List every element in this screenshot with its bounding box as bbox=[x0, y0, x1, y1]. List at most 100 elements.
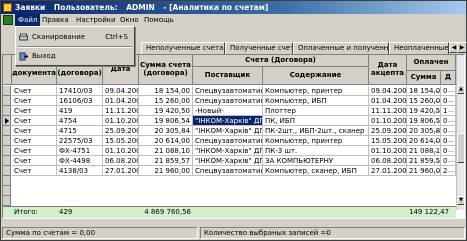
cell-doc-type[interactable]: Счет bbox=[12, 106, 57, 116]
cell-date[interactable]: 01.04.2003 bbox=[103, 96, 139, 106]
row-indicator[interactable] bbox=[3, 146, 11, 156]
cell-content[interactable]: Компьютер, сканер, ИБП bbox=[263, 166, 369, 176]
cell-paid-sum[interactable]: 21 960,00 bbox=[407, 166, 441, 176]
cell-paid-d[interactable]: 0 bbox=[441, 86, 456, 96]
cell-paid-d[interactable]: 0 bbox=[441, 136, 456, 146]
cell-date[interactable]: 01.10.2003 bbox=[103, 146, 139, 156]
cell-content[interactable]: Компьютер, ИБП bbox=[263, 96, 369, 106]
cell-paid-d[interactable]: 1 bbox=[441, 106, 456, 116]
cell-doc-type[interactable]: Счет bbox=[12, 96, 57, 106]
cell-paid-sum[interactable]: 19 420,50 bbox=[407, 106, 441, 116]
row-indicator[interactable] bbox=[3, 156, 11, 166]
col-header-paid-d[interactable]: Д bbox=[441, 71, 456, 85]
cell-paid-d[interactable]: 0 bbox=[441, 116, 456, 126]
cell-supplier[interactable]: "ІНКОМ-Харків" ДП bbox=[193, 126, 263, 136]
cell-content[interactable]: ПК, ИБП bbox=[263, 116, 369, 126]
row-indicator[interactable] bbox=[3, 136, 11, 146]
cell-sum[interactable]: 21 088,10 bbox=[139, 146, 193, 156]
col-header-paid-sum[interactable]: Сумма bbox=[407, 71, 441, 85]
cell-accept-date[interactable]: 27.01.2003 bbox=[369, 166, 407, 176]
cell-sum[interactable]: 18 154,00 bbox=[139, 86, 193, 96]
cell-date[interactable]: 09.04.2003 bbox=[103, 86, 139, 96]
row-indicator[interactable] bbox=[3, 166, 11, 176]
cell-accept-date[interactable]: 25.09.2003 bbox=[369, 126, 407, 136]
invoice-grid[interactable]: Тип документа № счета (договора) Дата Су… bbox=[2, 54, 465, 219]
cell-accept-date[interactable]: 01.10.2003 bbox=[369, 146, 407, 156]
cell-supplier[interactable]: -Новый- bbox=[193, 106, 263, 116]
cell-doc-type[interactable]: Счет bbox=[12, 156, 57, 166]
tab-paid-received[interactable]: Оплаченные и полученные bbox=[293, 42, 389, 54]
cell-invoice-no[interactable]: 16106/03 bbox=[57, 96, 103, 106]
col-header-sum[interactable]: Сумма счета (договора) bbox=[139, 55, 193, 85]
cell-supplier[interactable]: Спецвузавтоматика bbox=[193, 166, 263, 176]
cell-date[interactable]: 25.09.2003 bbox=[103, 126, 139, 136]
cell-sum[interactable]: 20 305,84 bbox=[139, 126, 193, 136]
col-header-content[interactable]: Содержание bbox=[263, 67, 369, 85]
cell-paid-sum[interactable]: 19 806,54 bbox=[407, 116, 441, 126]
cell-content[interactable]: ЗА КОМПЬЮТЕРНУ bbox=[263, 156, 369, 166]
cell-invoice-no[interactable]: ФХ-4498 bbox=[57, 156, 103, 166]
cell-accept-date[interactable]: 01.04.2003 bbox=[369, 96, 407, 106]
cell-invoice-no[interactable]: 22575/03 bbox=[57, 136, 103, 146]
tab-unreceived[interactable]: Неполученные счета bbox=[141, 42, 225, 54]
cell-date[interactable]: 11.11.2003 bbox=[103, 106, 139, 116]
cell-sum[interactable]: 15 260,00 bbox=[139, 96, 193, 106]
menu-settings[interactable]: Настройки bbox=[73, 14, 119, 26]
cell-supplier[interactable]: "ІНКОМ-Харків" ДП bbox=[193, 146, 263, 156]
row-indicator[interactable] bbox=[3, 96, 11, 106]
cell-invoice-no[interactable]: 17410/03 bbox=[57, 86, 103, 96]
cell-supplier[interactable]: "ІНКОМ-Харків" ДП bbox=[193, 116, 263, 126]
cell-doc-type[interactable]: Счет bbox=[12, 126, 57, 136]
cell-paid-sum[interactable]: 20 614,00 bbox=[407, 136, 441, 146]
cell-invoice-no[interactable]: 4138/03 bbox=[57, 166, 103, 176]
tab-scroll-right-button[interactable]: ▶ bbox=[457, 42, 467, 53]
cell-accept-date[interactable]: 11.11.2003 bbox=[369, 106, 407, 116]
col-header-accept-date[interactable]: Дата акцепта bbox=[369, 55, 407, 85]
row-indicator[interactable] bbox=[3, 106, 11, 116]
cell-paid-d[interactable]: 2 bbox=[441, 166, 456, 176]
row-indicator[interactable] bbox=[3, 116, 11, 126]
menu-help[interactable]: Помощь bbox=[141, 14, 177, 26]
horizontal-scrollbar[interactable] bbox=[3, 217, 456, 218]
cell-accept-date[interactable]: 15.05.2003 bbox=[369, 136, 407, 146]
row-indicator[interactable] bbox=[3, 126, 11, 136]
cell-sum[interactable]: 20 614,00 bbox=[139, 136, 193, 146]
row-indicator[interactable] bbox=[3, 86, 11, 96]
cell-paid-sum[interactable]: 18 154,00 bbox=[407, 86, 441, 96]
cell-date[interactable]: 27.01.2003 bbox=[103, 166, 139, 176]
scroll-up-button[interactable]: ▲ bbox=[457, 85, 464, 94]
cell-doc-type[interactable]: Счет bbox=[12, 116, 57, 126]
cell-sum[interactable]: 21 859,57 bbox=[139, 156, 193, 166]
cell-sum[interactable]: 21 960,00 bbox=[139, 166, 193, 176]
cell-date[interactable]: 15.05.2003 bbox=[103, 136, 139, 146]
cell-paid-sum[interactable]: 15 260,00 bbox=[407, 96, 441, 106]
scroll-thumb[interactable] bbox=[457, 133, 464, 163]
cell-doc-type[interactable]: Счет bbox=[12, 146, 57, 156]
cell-supplier[interactable]: Спецвузавтоматика bbox=[193, 96, 263, 106]
menu-file[interactable]: Файл bbox=[15, 14, 41, 26]
cell-paid-sum[interactable]: 20 305,84 bbox=[407, 126, 441, 136]
cell-content[interactable]: Компьютер, принтер bbox=[263, 86, 369, 96]
cell-invoice-no[interactable]: ФХ-4751 bbox=[57, 146, 103, 156]
cell-supplier[interactable]: "ІНКОМ-Харків" ДП bbox=[193, 156, 263, 166]
cell-paid-d[interactable]: 0 bbox=[441, 96, 456, 106]
cell-paid-d[interactable]: 0 bbox=[441, 146, 456, 156]
menu-item-scan[interactable]: Сканирование Ctrl+S bbox=[16, 31, 134, 44]
cell-sum[interactable]: 19 806,54 bbox=[139, 116, 193, 126]
cell-paid-d[interactable]: 0 bbox=[441, 126, 456, 136]
cell-accept-date[interactable]: 06.08.2003 bbox=[369, 156, 407, 166]
cell-date[interactable]: 06.08.2003 bbox=[103, 156, 139, 166]
cell-supplier[interactable]: Спецвузавтоматика bbox=[193, 86, 263, 96]
cell-paid-sum[interactable]: 21 859,57 bbox=[407, 156, 441, 166]
cell-invoice-no[interactable]: 4754 bbox=[57, 116, 103, 126]
cell-invoice-no[interactable]: 4715 bbox=[57, 126, 103, 136]
menu-window[interactable]: Окно bbox=[117, 14, 142, 26]
vertical-scrollbar[interactable]: ▲ ▼ bbox=[456, 55, 464, 210]
cell-invoice-no[interactable]: 419 bbox=[57, 106, 103, 116]
cell-supplier[interactable]: Спецвузавтоматика bbox=[193, 136, 263, 146]
tab-unpaid[interactable]: Неоплаченные bbox=[389, 42, 449, 54]
cell-content[interactable]: ПК-3 шт. bbox=[263, 146, 369, 156]
cell-accept-date[interactable]: 09.04.2003 bbox=[369, 86, 407, 96]
cell-content[interactable]: ПК-2шт., ИБП-2шт., сканер bbox=[263, 126, 369, 136]
cell-date[interactable]: 01.10.2003 bbox=[103, 116, 139, 126]
